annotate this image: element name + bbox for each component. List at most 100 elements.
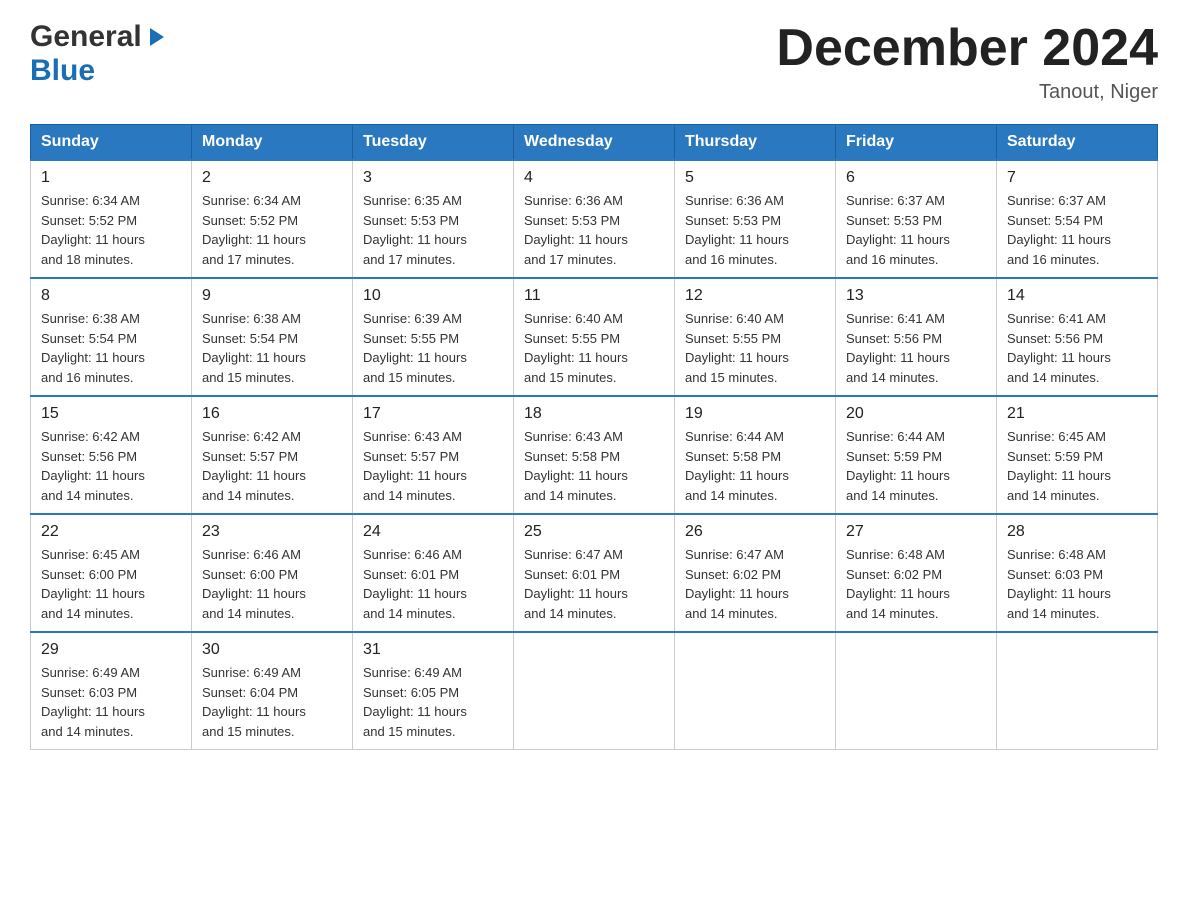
day-number: 21 xyxy=(1007,405,1147,423)
calendar-cell: 29 Sunrise: 6:49 AM Sunset: 6:03 PM Dayl… xyxy=(31,632,192,750)
calendar-cell: 2 Sunrise: 6:34 AM Sunset: 5:52 PM Dayli… xyxy=(192,160,353,278)
day-number: 5 xyxy=(685,169,825,187)
day-number: 26 xyxy=(685,523,825,541)
day-number: 16 xyxy=(202,405,342,423)
day-number: 20 xyxy=(846,405,986,423)
day-info: Sunrise: 6:36 AM Sunset: 5:53 PM Dayligh… xyxy=(524,193,628,267)
day-info: Sunrise: 6:38 AM Sunset: 5:54 PM Dayligh… xyxy=(41,311,145,385)
day-info: Sunrise: 6:49 AM Sunset: 6:04 PM Dayligh… xyxy=(202,665,306,739)
calendar-cell: 26 Sunrise: 6:47 AM Sunset: 6:02 PM Dayl… xyxy=(675,514,836,632)
day-info: Sunrise: 6:46 AM Sunset: 6:00 PM Dayligh… xyxy=(202,547,306,621)
day-number: 11 xyxy=(524,287,664,305)
day-number: 4 xyxy=(524,169,664,187)
week-row-2: 8 Sunrise: 6:38 AM Sunset: 5:54 PM Dayli… xyxy=(31,278,1158,396)
day-info: Sunrise: 6:46 AM Sunset: 6:01 PM Dayligh… xyxy=(363,547,467,621)
calendar-table: SundayMondayTuesdayWednesdayThursdayFrid… xyxy=(30,124,1158,750)
week-row-1: 1 Sunrise: 6:34 AM Sunset: 5:52 PM Dayli… xyxy=(31,160,1158,278)
day-number: 3 xyxy=(363,169,503,187)
day-info: Sunrise: 6:48 AM Sunset: 6:02 PM Dayligh… xyxy=(846,547,950,621)
day-number: 29 xyxy=(41,641,181,659)
day-info: Sunrise: 6:49 AM Sunset: 6:03 PM Dayligh… xyxy=(41,665,145,739)
calendar-cell: 8 Sunrise: 6:38 AM Sunset: 5:54 PM Dayli… xyxy=(31,278,192,396)
day-number: 6 xyxy=(846,169,986,187)
day-info: Sunrise: 6:44 AM Sunset: 5:59 PM Dayligh… xyxy=(846,429,950,503)
day-number: 18 xyxy=(524,405,664,423)
header-row: SundayMondayTuesdayWednesdayThursdayFrid… xyxy=(31,125,1158,161)
day-info: Sunrise: 6:42 AM Sunset: 5:56 PM Dayligh… xyxy=(41,429,145,503)
day-number: 22 xyxy=(41,523,181,541)
logo-general-text: General xyxy=(30,20,142,54)
calendar-cell: 10 Sunrise: 6:39 AM Sunset: 5:55 PM Dayl… xyxy=(353,278,514,396)
calendar-cell: 4 Sunrise: 6:36 AM Sunset: 5:53 PM Dayli… xyxy=(514,160,675,278)
day-info: Sunrise: 6:48 AM Sunset: 6:03 PM Dayligh… xyxy=(1007,547,1111,621)
calendar-cell: 17 Sunrise: 6:43 AM Sunset: 5:57 PM Dayl… xyxy=(353,396,514,514)
calendar-cell: 22 Sunrise: 6:45 AM Sunset: 6:00 PM Dayl… xyxy=(31,514,192,632)
week-row-4: 22 Sunrise: 6:45 AM Sunset: 6:00 PM Dayl… xyxy=(31,514,1158,632)
calendar-cell: 23 Sunrise: 6:46 AM Sunset: 6:00 PM Dayl… xyxy=(192,514,353,632)
day-info: Sunrise: 6:41 AM Sunset: 5:56 PM Dayligh… xyxy=(1007,311,1111,385)
logo-blue-text: Blue xyxy=(30,54,95,88)
day-number: 12 xyxy=(685,287,825,305)
day-info: Sunrise: 6:40 AM Sunset: 5:55 PM Dayligh… xyxy=(685,311,789,385)
calendar-cell: 5 Sunrise: 6:36 AM Sunset: 5:53 PM Dayli… xyxy=(675,160,836,278)
day-number: 7 xyxy=(1007,169,1147,187)
day-info: Sunrise: 6:45 AM Sunset: 6:00 PM Dayligh… xyxy=(41,547,145,621)
day-info: Sunrise: 6:38 AM Sunset: 5:54 PM Dayligh… xyxy=(202,311,306,385)
day-info: Sunrise: 6:37 AM Sunset: 5:53 PM Dayligh… xyxy=(846,193,950,267)
calendar-cell: 18 Sunrise: 6:43 AM Sunset: 5:58 PM Dayl… xyxy=(514,396,675,514)
day-number: 23 xyxy=(202,523,342,541)
day-info: Sunrise: 6:43 AM Sunset: 5:58 PM Dayligh… xyxy=(524,429,628,503)
calendar-cell: 6 Sunrise: 6:37 AM Sunset: 5:53 PM Dayli… xyxy=(836,160,997,278)
day-number: 10 xyxy=(363,287,503,305)
logo: General Blue xyxy=(30,20,166,88)
calendar-cell: 3 Sunrise: 6:35 AM Sunset: 5:53 PM Dayli… xyxy=(353,160,514,278)
day-info: Sunrise: 6:34 AM Sunset: 5:52 PM Dayligh… xyxy=(202,193,306,267)
day-number: 13 xyxy=(846,287,986,305)
calendar-cell: 19 Sunrise: 6:44 AM Sunset: 5:58 PM Dayl… xyxy=(675,396,836,514)
day-number: 24 xyxy=(363,523,503,541)
day-number: 19 xyxy=(685,405,825,423)
calendar-cell: 11 Sunrise: 6:40 AM Sunset: 5:55 PM Dayl… xyxy=(514,278,675,396)
calendar-cell: 15 Sunrise: 6:42 AM Sunset: 5:56 PM Dayl… xyxy=(31,396,192,514)
calendar-cell xyxy=(997,632,1158,750)
location-text: Tanout, Niger xyxy=(776,81,1158,104)
calendar-cell: 14 Sunrise: 6:41 AM Sunset: 5:56 PM Dayl… xyxy=(997,278,1158,396)
calendar-cell: 13 Sunrise: 6:41 AM Sunset: 5:56 PM Dayl… xyxy=(836,278,997,396)
calendar-cell: 16 Sunrise: 6:42 AM Sunset: 5:57 PM Dayl… xyxy=(192,396,353,514)
calendar-cell: 21 Sunrise: 6:45 AM Sunset: 5:59 PM Dayl… xyxy=(997,396,1158,514)
day-number: 27 xyxy=(846,523,986,541)
day-info: Sunrise: 6:49 AM Sunset: 6:05 PM Dayligh… xyxy=(363,665,467,739)
day-info: Sunrise: 6:42 AM Sunset: 5:57 PM Dayligh… xyxy=(202,429,306,503)
day-info: Sunrise: 6:47 AM Sunset: 6:02 PM Dayligh… xyxy=(685,547,789,621)
header-thursday: Thursday xyxy=(675,125,836,161)
calendar-cell: 25 Sunrise: 6:47 AM Sunset: 6:01 PM Dayl… xyxy=(514,514,675,632)
header-tuesday: Tuesday xyxy=(353,125,514,161)
calendar-cell: 1 Sunrise: 6:34 AM Sunset: 5:52 PM Dayli… xyxy=(31,160,192,278)
day-number: 28 xyxy=(1007,523,1147,541)
calendar-cell: 30 Sunrise: 6:49 AM Sunset: 6:04 PM Dayl… xyxy=(192,632,353,750)
page-header: General Blue December 2024 Tanout, Niger xyxy=(30,20,1158,104)
day-info: Sunrise: 6:41 AM Sunset: 5:56 PM Dayligh… xyxy=(846,311,950,385)
calendar-cell: 20 Sunrise: 6:44 AM Sunset: 5:59 PM Dayl… xyxy=(836,396,997,514)
title-area: December 2024 Tanout, Niger xyxy=(776,20,1158,104)
calendar-cell xyxy=(514,632,675,750)
day-info: Sunrise: 6:36 AM Sunset: 5:53 PM Dayligh… xyxy=(685,193,789,267)
day-number: 31 xyxy=(363,641,503,659)
day-info: Sunrise: 6:35 AM Sunset: 5:53 PM Dayligh… xyxy=(363,193,467,267)
day-number: 30 xyxy=(202,641,342,659)
day-number: 8 xyxy=(41,287,181,305)
header-wednesday: Wednesday xyxy=(514,125,675,161)
day-number: 14 xyxy=(1007,287,1147,305)
day-number: 9 xyxy=(202,287,342,305)
header-friday: Friday xyxy=(836,125,997,161)
day-number: 1 xyxy=(41,169,181,187)
day-info: Sunrise: 6:34 AM Sunset: 5:52 PM Dayligh… xyxy=(41,193,145,267)
week-row-5: 29 Sunrise: 6:49 AM Sunset: 6:03 PM Dayl… xyxy=(31,632,1158,750)
week-row-3: 15 Sunrise: 6:42 AM Sunset: 5:56 PM Dayl… xyxy=(31,396,1158,514)
day-info: Sunrise: 6:45 AM Sunset: 5:59 PM Dayligh… xyxy=(1007,429,1111,503)
calendar-cell: 12 Sunrise: 6:40 AM Sunset: 5:55 PM Dayl… xyxy=(675,278,836,396)
day-info: Sunrise: 6:37 AM Sunset: 5:54 PM Dayligh… xyxy=(1007,193,1111,267)
day-info: Sunrise: 6:39 AM Sunset: 5:55 PM Dayligh… xyxy=(363,311,467,385)
header-monday: Monday xyxy=(192,125,353,161)
calendar-title: December 2024 xyxy=(776,20,1158,77)
